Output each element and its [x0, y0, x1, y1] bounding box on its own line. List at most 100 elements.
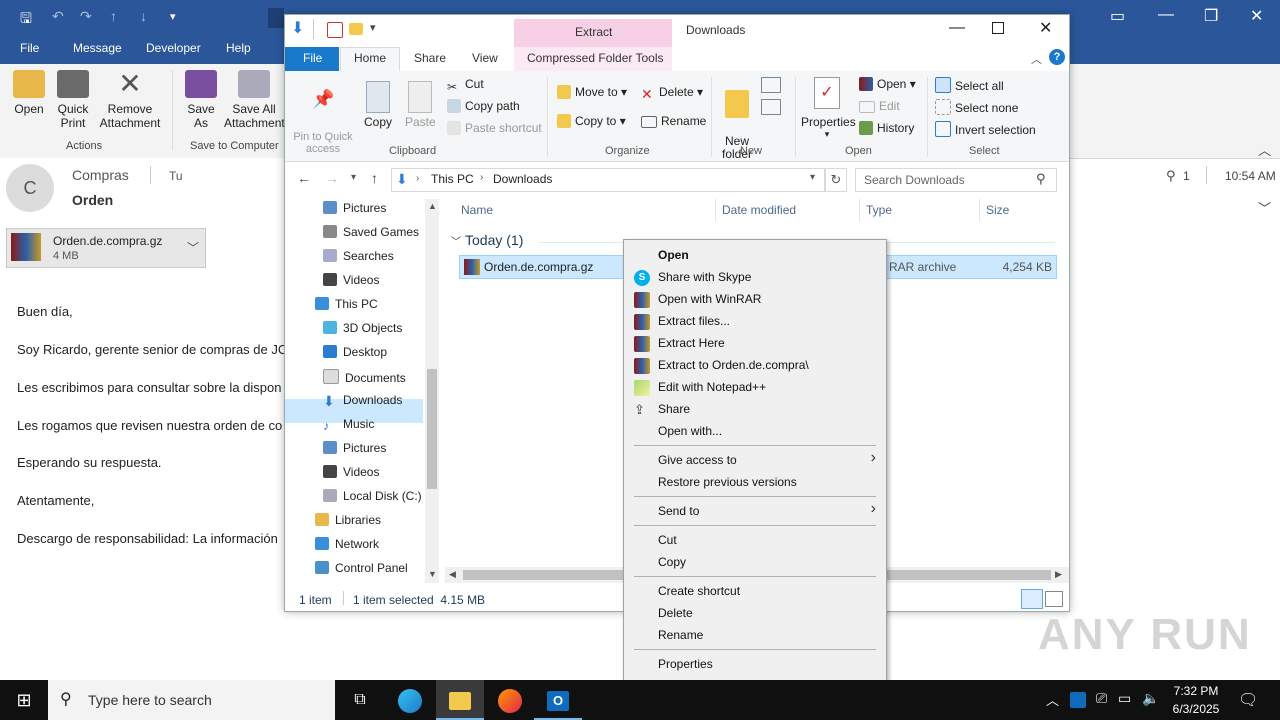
- file-explorer-icon[interactable]: [436, 680, 484, 720]
- nav-libraries[interactable]: Libraries: [315, 513, 381, 527]
- save-icon[interactable]: 🖫: [20, 8, 32, 32]
- tab-share[interactable]: Share: [414, 51, 446, 65]
- column-date-modified[interactable]: Date modified: [722, 203, 796, 217]
- save-as-button[interactable]: Save As: [182, 70, 220, 130]
- scroll-down-icon[interactable]: ▼: [428, 569, 437, 579]
- menu-item-give-access-to[interactable]: Give access to: [658, 453, 737, 467]
- ex-minimize-icon[interactable]: —: [949, 19, 965, 37]
- paste-button[interactable]: Paste: [405, 81, 436, 129]
- breadcrumb-downloads[interactable]: Downloads: [493, 172, 552, 186]
- nav-music[interactable]: ♪ Music: [323, 417, 374, 432]
- chevron-down-icon[interactable]: ﹀: [187, 239, 199, 256]
- address-bar[interactable]: ⬇ › This PC › Downloads ▾: [391, 168, 825, 192]
- invert-selection-button[interactable]: Invert selection: [935, 121, 1036, 137]
- menu-item-share-with-skype[interactable]: Share with Skype: [658, 270, 751, 284]
- group-collapse-icon[interactable]: ﹀: [451, 233, 461, 248]
- menu-item-open-with[interactable]: Open with...: [658, 424, 722, 438]
- nav-downloads[interactable]: ⬇ Downloads: [323, 393, 402, 408]
- scroll-up-icon[interactable]: ▲: [428, 201, 437, 211]
- volume-icon[interactable]: 🔈: [1142, 690, 1159, 707]
- back-icon[interactable]: ←: [297, 170, 311, 186]
- menu-item-delete[interactable]: Delete: [658, 606, 693, 620]
- menu-item-extract-here[interactable]: Extract Here: [658, 336, 725, 350]
- windows-start-icon[interactable]: ⊞: [0, 680, 48, 720]
- large-icons-view-icon[interactable]: [1045, 591, 1063, 607]
- menu-item-open-with-winrar[interactable]: Open with WinRAR: [658, 292, 761, 306]
- network-icon[interactable]: ▭: [1118, 690, 1131, 707]
- forward-icon[interactable]: →: [325, 170, 339, 186]
- outlook-icon[interactable]: O: [534, 680, 582, 720]
- menu-item-rename[interactable]: Rename: [658, 628, 703, 642]
- history-button[interactable]: History: [859, 121, 914, 135]
- clock-date[interactable]: 6/3/2025: [1168, 702, 1224, 716]
- attachment-chip[interactable]: Orden.de.compra.gz 4 MB ﹀: [6, 228, 206, 268]
- nav-scroll-thumb[interactable]: [427, 369, 437, 489]
- copy-button[interactable]: Copy: [363, 81, 393, 129]
- refresh-icon[interactable]: ↻: [825, 168, 847, 192]
- nav-network[interactable]: Network: [315, 537, 379, 551]
- copy-to-button[interactable]: Copy to ▾: [557, 114, 626, 128]
- ex-maximize-icon[interactable]: [992, 22, 1004, 34]
- collapse-ribbon-icon[interactable]: ︿: [1031, 51, 1042, 67]
- menu-item-send-to[interactable]: Send to: [658, 504, 699, 518]
- up-one-level-icon[interactable]: ↑: [371, 170, 378, 186]
- nav-videos-2[interactable]: Videos: [323, 465, 379, 479]
- pin-quick-access-button[interactable]: 📌 Pin to Quick access: [291, 81, 355, 155]
- tray-device-icon[interactable]: ⎚: [1096, 690, 1107, 707]
- clock-time[interactable]: 7:32 PM: [1172, 684, 1220, 698]
- breadcrumb-this-pc[interactable]: This PC: [431, 172, 474, 186]
- outlook-tray-icon[interactable]: [1070, 692, 1086, 708]
- notifications-icon[interactable]: 🗨: [1238, 690, 1258, 710]
- column-type[interactable]: Type: [866, 203, 892, 217]
- new-folder-qat-icon[interactable]: [349, 23, 363, 35]
- nav-this-pc[interactable]: This PC: [315, 297, 378, 311]
- redo-icon[interactable]: ↷: [80, 8, 92, 25]
- nav-desktop[interactable]: Desktop: [323, 345, 387, 359]
- nav-documents[interactable]: Documents: [323, 369, 406, 385]
- new-item-icon[interactable]: [761, 77, 781, 93]
- down-icon[interactable]: ↓: [140, 8, 147, 24]
- expand-header-icon[interactable]: ﹀: [1258, 198, 1271, 217]
- select-none-button[interactable]: Select none: [935, 99, 1018, 115]
- firefox-icon[interactable]: [486, 680, 534, 720]
- menu-file[interactable]: File: [20, 41, 39, 55]
- nav-pictures[interactable]: Pictures: [323, 201, 386, 215]
- tab-view[interactable]: View: [472, 51, 498, 65]
- ex-close-icon[interactable]: ✕: [1039, 18, 1052, 38]
- up-icon[interactable]: ↑: [110, 8, 117, 24]
- minimize-icon[interactable]: —: [1158, 6, 1174, 24]
- ribbon-display-icon[interactable]: ▭: [1110, 6, 1125, 26]
- nav-videos[interactable]: Videos: [323, 273, 379, 287]
- recent-locations-icon[interactable]: ▾: [351, 172, 356, 183]
- menu-help[interactable]: Help: [226, 41, 251, 55]
- nav-local-disk[interactable]: Local Disk (C:): [323, 489, 422, 503]
- menu-developer[interactable]: Developer: [146, 41, 201, 55]
- quick-print-button[interactable]: Quick Print: [52, 70, 94, 130]
- qat-dropdown-icon[interactable]: ▾: [370, 21, 376, 34]
- rename-button[interactable]: Rename: [641, 114, 706, 128]
- address-dropdown-icon[interactable]: ▾: [810, 172, 815, 183]
- scroll-right-icon[interactable]: ▶: [1055, 569, 1062, 580]
- group-header[interactable]: Today (1): [465, 232, 523, 248]
- open-button[interactable]: Open ▾: [859, 77, 916, 91]
- tab-compressed-folder-tools[interactable]: Compressed Folder Tools: [527, 51, 664, 65]
- cut-button[interactable]: ✂ Cut: [447, 77, 484, 94]
- select-all-button[interactable]: Select all: [935, 77, 1004, 93]
- customize-qat-icon[interactable]: ▾: [170, 10, 176, 23]
- menu-item-open[interactable]: Open: [658, 248, 689, 262]
- show-hidden-icons[interactable]: ︿: [1046, 690, 1059, 709]
- menu-item-copy[interactable]: Copy: [658, 555, 686, 569]
- move-to-button[interactable]: Move to ▾: [557, 85, 627, 99]
- nav-scrollbar[interactable]: ▲ ▼: [425, 199, 439, 583]
- nav-pictures-2[interactable]: Pictures: [323, 441, 386, 455]
- scroll-left-icon[interactable]: ◀: [449, 569, 456, 580]
- easy-access-icon[interactable]: [761, 99, 781, 115]
- task-view-icon[interactable]: ⧉: [336, 680, 384, 720]
- menu-item-cut[interactable]: Cut: [658, 533, 677, 547]
- menu-item-edit-with-notepad[interactable]: Edit with Notepad++: [658, 380, 766, 394]
- nav-searches[interactable]: Searches: [323, 249, 394, 263]
- collapse-ribbon-icon[interactable]: ︿: [1258, 140, 1271, 159]
- search-box[interactable]: Search Downloads ⚲: [855, 168, 1057, 192]
- menu-item-extract-to[interactable]: Extract to Orden.de.compra\: [658, 358, 809, 372]
- menu-item-properties[interactable]: Properties: [658, 657, 713, 671]
